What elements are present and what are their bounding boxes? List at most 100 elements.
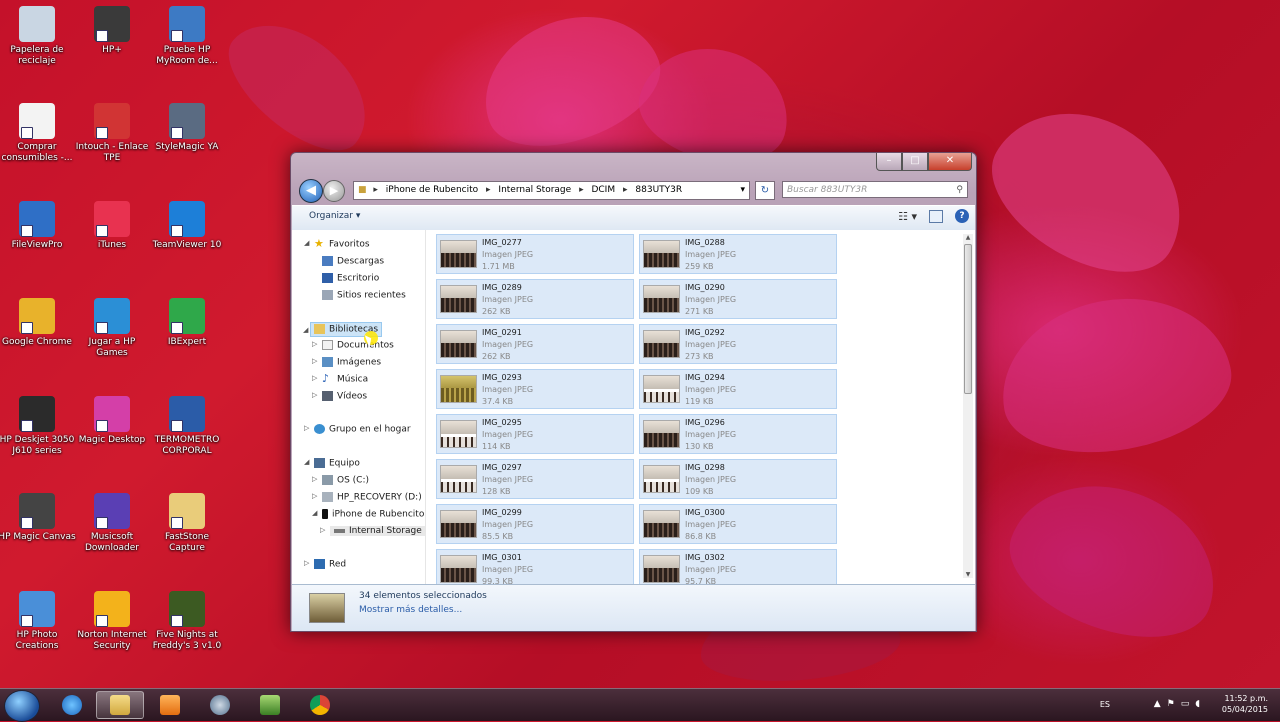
- desktop-icon-users[interactable]: Pruebe HP MyRoom de...: [148, 6, 226, 67]
- desktop-icon-house[interactable]: HP Magic Canvas: [0, 493, 76, 543]
- chrome-button[interactable]: [296, 691, 344, 719]
- change-view-icon[interactable]: ☷ ▾: [898, 210, 917, 223]
- network-button[interactable]: [196, 691, 244, 719]
- back-arrow-icon[interactable]: ◀: [299, 179, 323, 203]
- desktop-icon-music-note[interactable]: iTunes: [73, 201, 151, 251]
- nav-item-iphone[interactable]: ◢ iPhone de Rubencito: [312, 509, 424, 520]
- file-tile[interactable]: IMG_0289 Imagen JPEG 262 KB: [436, 279, 634, 319]
- desktop-icon-label: Musicsoft Downloader: [85, 532, 139, 553]
- language-indicator[interactable]: ES: [1100, 700, 1110, 709]
- nav-item-musica[interactable]: ▷ ♪ Música: [312, 373, 368, 385]
- breadcrumb-current-folder[interactable]: 883UTY3R: [635, 185, 682, 195]
- file-tile[interactable]: IMG_0290 Imagen JPEG 271 KB: [639, 279, 837, 319]
- nav-item-descargas[interactable]: Descargas: [322, 256, 384, 267]
- file-tile[interactable]: IMG_0295 Imagen JPEG 114 KB: [436, 414, 634, 454]
- pane-divider[interactable]: [425, 230, 426, 584]
- desktop-icon-musicsoft[interactable]: Musicsoft Downloader: [73, 493, 151, 554]
- vertical-scrollbar[interactable]: ▲ ▼: [963, 234, 973, 578]
- intouch-icon: [94, 103, 130, 139]
- nav-item-os-c[interactable]: ▷ OS (C:): [312, 475, 369, 486]
- nav-item-hp-recovery[interactable]: ▷ HP_RECOVERY (D:): [312, 492, 422, 503]
- desktop-icon-printer[interactable]: HP Deskjet 3050 J610 series: [0, 396, 76, 457]
- breadcrumb-iphone[interactable]: iPhone de Rubencito: [386, 185, 478, 195]
- start-button[interactable]: [4, 690, 40, 722]
- desktop-icon-printer[interactable]: Comprar consumibles -...: [0, 103, 76, 164]
- file-tile[interactable]: IMG_0294 Imagen JPEG 119 KB: [639, 369, 837, 409]
- scroll-up-icon[interactable]: ▲: [963, 234, 973, 241]
- star-icon: ★: [314, 237, 324, 250]
- scrollbar-thumb[interactable]: [964, 244, 972, 394]
- media-player-button[interactable]: [146, 691, 194, 719]
- nav-item-sitios-recientes[interactable]: Sitios recientes: [322, 290, 406, 301]
- desktop-icon-label: IBExpert: [167, 337, 207, 347]
- desktop-icon-games[interactable]: Jugar a HP Games: [73, 298, 151, 359]
- show-more-details-link[interactable]: Mostrar más detalles...: [359, 605, 462, 615]
- desktop-icon-magnifier[interactable]: FileViewPro: [0, 201, 76, 251]
- file-tile[interactable]: IMG_0296 Imagen JPEG 130 KB: [639, 414, 837, 454]
- desktop-icon-database[interactable]: IBExpert: [148, 298, 226, 348]
- game-icon: [169, 591, 205, 627]
- breadcrumb-separator: ▸: [622, 185, 628, 195]
- desktop-icon-keyboard[interactable]: StyleMagic YA: [148, 103, 226, 153]
- maximize-button[interactable]: □: [902, 153, 928, 171]
- file-tile[interactable]: IMG_0300 Imagen JPEG 86.8 KB: [639, 504, 837, 544]
- desktop-icon-photo[interactable]: HP Photo Creations: [0, 591, 76, 652]
- file-explorer-button[interactable]: [96, 691, 144, 719]
- file-type: Imagen JPEG: [685, 385, 737, 394]
- file-tile[interactable]: IMG_0298 Imagen JPEG 109 KB: [639, 459, 837, 499]
- file-tile[interactable]: IMG_0302 Imagen JPEG 95.7 KB: [639, 549, 837, 584]
- organize-button[interactable]: Organizar ▾: [309, 211, 360, 221]
- nav-item-internal-storage[interactable]: ▷ Internal Storage: [320, 526, 425, 536]
- file-tile[interactable]: IMG_0288 Imagen JPEG 259 KB: [639, 234, 837, 274]
- music-note-icon: [94, 201, 130, 237]
- scroll-down-icon[interactable]: ▼: [963, 571, 973, 578]
- nav-homegroup[interactable]: ▷ Grupo en el hogar: [304, 424, 411, 435]
- nav-computer[interactable]: ◢ Equipo: [304, 458, 360, 469]
- desktop-icon-folder[interactable]: FastStone Capture: [148, 493, 226, 554]
- file-tile[interactable]: IMG_0292 Imagen JPEG 273 KB: [639, 324, 837, 364]
- desktop-icon-chrome[interactable]: Google Chrome: [0, 298, 76, 348]
- address-bar[interactable]: ■ ▸ iPhone de Rubencito ▸ Internal Stora…: [353, 181, 750, 200]
- forward-arrow-icon[interactable]: ▶: [323, 180, 345, 202]
- preview-pane-icon[interactable]: [929, 209, 943, 223]
- chevron-down-icon[interactable]: ▾: [740, 182, 745, 199]
- desktop-icon-game[interactable]: Five Nights at Freddy's 3 v1.0: [148, 591, 226, 652]
- command-bar: Organizar ▾ ☷ ▾ ?: [292, 205, 975, 231]
- help-icon[interactable]: ?: [955, 209, 969, 223]
- file-tile[interactable]: IMG_0277 Imagen JPEG 1.71 MB: [436, 234, 634, 274]
- desktop-icon-hp-logo[interactable]: HP+: [73, 6, 151, 56]
- refresh-icon[interactable]: ↻: [755, 181, 775, 200]
- file-tile[interactable]: IMG_0297 Imagen JPEG 128 KB: [436, 459, 634, 499]
- file-size: 95.7 KB: [685, 577, 717, 584]
- nav-favorites[interactable]: ◢ ★ Favoritos: [304, 237, 370, 250]
- internet-explorer-button[interactable]: [48, 691, 96, 719]
- nav-item-escritorio[interactable]: Escritorio: [322, 273, 379, 284]
- tray-icons[interactable]: ▲⚑▭◖: [1154, 699, 1206, 709]
- nav-item-videos[interactable]: ▷ Vídeos: [312, 391, 367, 402]
- file-tile[interactable]: IMG_0301 Imagen JPEG 99.3 KB: [436, 549, 634, 584]
- desktop-icon-intouch[interactable]: Intouch - Enlace TPE: [73, 103, 151, 164]
- clock-time: 11:52 p.m.: [1224, 694, 1268, 703]
- printer-icon: [19, 396, 55, 432]
- nav-network[interactable]: ▷ Red: [304, 559, 346, 570]
- downloads-icon: [322, 256, 333, 266]
- breadcrumb-dcim[interactable]: DCIM: [591, 185, 615, 195]
- breadcrumb-internal-storage[interactable]: Internal Storage: [498, 185, 571, 195]
- file-tile[interactable]: IMG_0299 Imagen JPEG 85.5 KB: [436, 504, 634, 544]
- desktop-icon-word-document[interactable]: TERMOMETRO CORPORAL: [148, 396, 226, 457]
- nav-item-documentos[interactable]: ▷ Documentos: [312, 340, 394, 351]
- nav-item-imagenes[interactable]: ▷ Imágenes: [312, 357, 381, 368]
- desktop-icon-teamviewer[interactable]: TeamViewer 10: [148, 201, 226, 251]
- desktop-icon-recycle-bin[interactable]: Papelera de reciclaje: [0, 6, 76, 67]
- close-button[interactable]: ✕: [928, 153, 972, 171]
- desktop-icon-magic-desktop[interactable]: Magic Desktop: [73, 396, 151, 446]
- file-tile[interactable]: IMG_0291 Imagen JPEG 262 KB: [436, 324, 634, 364]
- clock[interactable]: 11:52 p.m. 05/04/2015: [1222, 693, 1268, 715]
- file-tile[interactable]: IMG_0293 Imagen JPEG 37.4 KB: [436, 369, 634, 409]
- word-document-icon: [169, 396, 205, 432]
- minimize-button[interactable]: –: [876, 153, 902, 171]
- photo-viewer-button[interactable]: [246, 691, 294, 719]
- search-input[interactable]: Buscar 883UTY3R ⚲: [782, 181, 968, 198]
- teamviewer-icon: [169, 201, 205, 237]
- desktop-icon-globe[interactable]: Norton Internet Security: [73, 591, 151, 652]
